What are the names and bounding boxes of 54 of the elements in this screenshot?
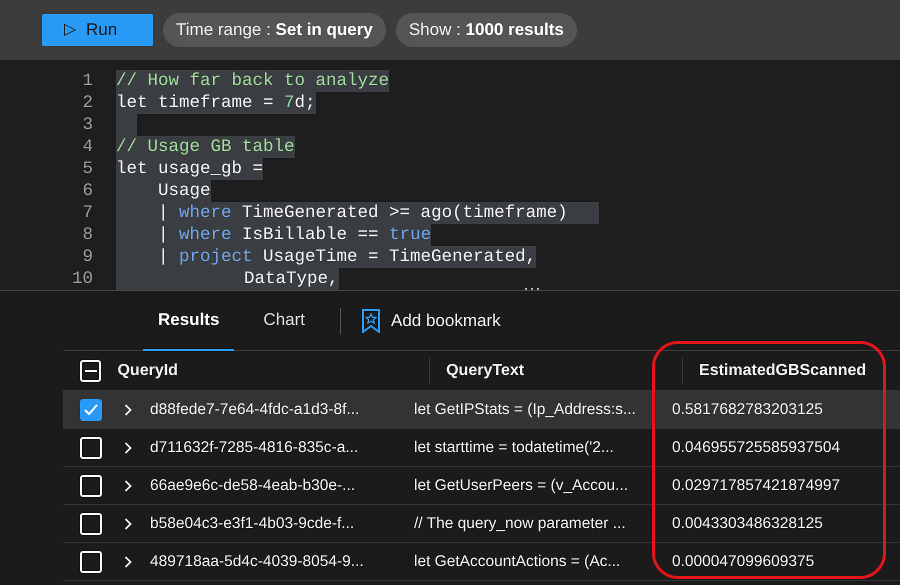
row-checkbox[interactable] [80, 550, 102, 572]
column-header[interactable]: QueryId [101, 358, 430, 384]
line-number: 4 [81, 136, 93, 159]
table-row[interactable]: 489718aa-5d4c-4039-8054-9... let GetAccountActions = (Ac... 0.000047099609375 [63, 543, 900, 581]
table-cell-text: 0.0043303486328125 [671, 514, 824, 534]
splitter-handle-icon[interactable] [524, 287, 540, 291]
chevron-right-icon[interactable] [124, 404, 132, 416]
table-cell-text: 66ae9e6c-de58-4eab-b30e-... [149, 476, 356, 496]
play-icon: ▷ [64, 18, 76, 42]
table-cell-text: let starttime = todatetime('2... [413, 438, 615, 458]
line-number: 9 [81, 246, 93, 269]
table-row[interactable]: 66ae9e6c-de58-4eab-b30e-... let GetUserPeers = (v_Accou... 0.029717857421874997 [63, 467, 900, 505]
row-checkbox[interactable] [80, 436, 102, 458]
filter-pill[interactable]: Show : 1000 results [396, 13, 577, 47]
table-cell-text: let GetAccountActions = (Ac... [413, 552, 622, 572]
run-button[interactable]: ▷ Run [42, 14, 153, 46]
column-header[interactable]: EstimatedGBScanned [682, 358, 900, 384]
add-bookmark-button[interactable]: Add bookmark [361, 308, 501, 334]
line-number: 1 [81, 70, 93, 93]
bookmark-star-icon [361, 308, 381, 332]
table-cell-text: 489718aa-5d4c-4039-8054-9... [149, 552, 365, 572]
row-checkbox[interactable] [80, 512, 102, 534]
table-row[interactable]: d711632f-7285-4816-835c-a... let starttime = todatetime('2... 0.046955725585937504 [63, 429, 900, 467]
line-number: 5 [81, 158, 93, 181]
line-number: 10 [70, 268, 93, 291]
table-cell-text: let GetIPStats = (Ip_Address:s... [413, 400, 637, 420]
line-number: 6 [81, 180, 93, 203]
table-cell-text: b58e04c3-e3f1-4b03-9cde-f... [149, 514, 356, 534]
results-tab[interactable]: Chart [248, 290, 320, 350]
row-checkbox[interactable] [80, 474, 102, 496]
filter-pill[interactable]: Time range : Set in query [163, 13, 386, 47]
table-row[interactable]: b58e04c3-e3f1-4b03-9cde-f... // The query_now parameter ... 0.0043303486328125 [63, 505, 900, 543]
line-number: 8 [81, 224, 93, 247]
chevron-right-icon[interactable] [124, 480, 132, 492]
table-cell-text: 0.046955725585937504 [671, 438, 842, 458]
chevron-right-icon[interactable] [124, 442, 132, 454]
results-tab[interactable]: Results [143, 290, 234, 350]
table-cell-text: 0.029717857421874997 [671, 476, 842, 496]
line-number: 7 [81, 202, 93, 225]
chevron-right-icon[interactable] [124, 518, 132, 530]
chevron-right-icon[interactable] [124, 556, 132, 568]
table-cell-text: d711632f-7285-4816-835c-a... [149, 438, 360, 458]
line-number: 2 [81, 92, 93, 115]
table-cell-text: 0.000047099609375 [671, 552, 816, 572]
table-cell-text: let GetUserPeers = (v_Accou... [413, 476, 630, 496]
table-cell-text: // The query_now parameter ... [413, 514, 627, 534]
row-checkbox[interactable] [80, 398, 102, 420]
line-number: 3 [81, 114, 93, 137]
table-cell-text: d88fede7-7e64-4fdc-a1d3-8f... [149, 400, 360, 420]
table-row[interactable]: d88fede7-7e64-4fdc-a1d3-8f... let GetIPStats = (Ip_Address:s... 0.5817682783203125 [63, 391, 900, 429]
check-icon [84, 404, 98, 416]
header-checkbox[interactable] [80, 360, 102, 382]
table-cell-text: 0.5817682783203125 [671, 400, 824, 420]
column-header[interactable]: QueryText [429, 358, 682, 384]
